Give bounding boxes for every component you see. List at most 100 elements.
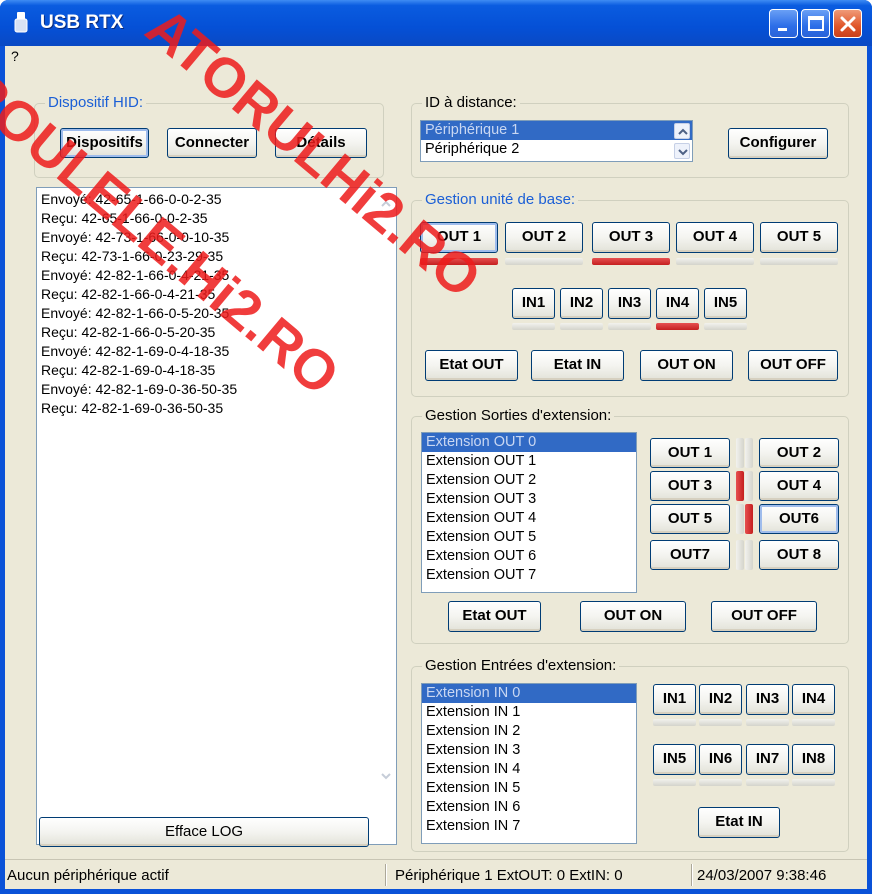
app-window: USB RTX ? Dispositif HID: Dispositifs Co…	[0, 0, 872, 894]
ext-in-button[interactable]: IN2	[699, 684, 742, 715]
details-button[interactable]: Détails	[275, 128, 367, 158]
base-in-indicator	[560, 323, 603, 330]
base-in-button[interactable]: IN4	[656, 288, 699, 319]
base-in-button[interactable]: IN2	[560, 288, 603, 319]
remote-id-title: ID à distance:	[422, 94, 520, 112]
menu-help[interactable]: ?	[11, 48, 19, 64]
ext-out-list-item[interactable]: Extension OUT 2	[422, 471, 636, 490]
connect-button[interactable]: Connecter	[167, 128, 257, 158]
ext-out-button[interactable]: OUT 1	[650, 438, 730, 468]
ext-out-button[interactable]: OUT 2	[759, 438, 839, 468]
ext-in-button[interactable]: IN7	[746, 744, 789, 775]
ext-etat-in-button[interactable]: Etat IN	[698, 807, 780, 838]
minimize-button[interactable]	[769, 9, 798, 38]
ext-in-list-item[interactable]: Extension IN 0	[422, 684, 636, 703]
log-line: Envoyé: 42-73-1-66-0-0-10-35	[41, 229, 230, 245]
base-unit-title: Gestion unité de base:	[422, 191, 579, 209]
ext-in-button[interactable]: IN8	[792, 744, 835, 775]
log-line: Reçu: 42-82-1-69-0-36-50-35	[41, 400, 224, 416]
close-icon	[840, 16, 856, 32]
ext-etat-out-button[interactable]: Etat OUT	[448, 601, 541, 632]
log-scroll-up[interactable]	[378, 196, 394, 212]
ext-in-indicator	[746, 779, 789, 786]
scroll-up-button[interactable]	[674, 123, 690, 139]
maximize-button[interactable]	[801, 9, 830, 38]
ext-out-button[interactable]: OUT 4	[759, 471, 839, 501]
log-line: Envoyé: 42-82-1-66-0-5-20-35	[41, 305, 230, 321]
ext-out-list-item[interactable]: Extension OUT 3	[422, 490, 636, 509]
ext-out-button[interactable]: OUT7	[650, 540, 730, 570]
chevron-down-icon	[678, 149, 688, 156]
log-scroll-down[interactable]	[378, 768, 394, 784]
remote-id-list[interactable]: Périphérique 1 Périphérique 2	[420, 120, 693, 162]
ext-out-button[interactable]: OUT 3	[650, 471, 730, 501]
ext-in-button[interactable]: IN1	[653, 684, 696, 715]
ext-out-list[interactable]: Extension OUT 0 Extension OUT 1 Extension …	[421, 432, 637, 593]
base-out-button[interactable]: OUT 1	[420, 222, 498, 253]
log-line: Reçu: 42-82-1-66-0-4-21-35	[41, 286, 216, 302]
maximize-icon	[808, 16, 824, 31]
ext-in-list-item[interactable]: Extension IN 7	[422, 817, 636, 836]
ext-out-on-button[interactable]: OUT ON	[580, 601, 686, 632]
devices-button[interactable]: Dispositifs	[60, 128, 149, 158]
base-out-indicator	[592, 258, 670, 265]
base-in-button[interactable]: IN3	[608, 288, 651, 319]
ext-in-list-item[interactable]: Extension IN 3	[422, 741, 636, 760]
ext-out-list-item[interactable]: Extension OUT 1	[422, 452, 636, 471]
ext-in-title: Gestion Entrées d'extension:	[422, 657, 620, 675]
ext-out-button[interactable]: OUT 5	[650, 504, 730, 534]
ext-in-list-item[interactable]: Extension IN 2	[422, 722, 636, 741]
ext-in-indicator	[653, 779, 696, 786]
chevron-up-icon	[381, 200, 391, 207]
ext-out-list-item[interactable]: Extension OUT 0	[422, 433, 636, 452]
log-lines: Envoyé: 42-65-1-66-0-0-2-35 Reçu: 42-65-1…	[37, 188, 396, 418]
base-etat-out-button[interactable]: Etat OUT	[425, 350, 518, 381]
chevron-up-icon	[678, 128, 688, 135]
ext-in-list-item[interactable]: Extension IN 6	[422, 798, 636, 817]
ext-in-indicator	[792, 719, 835, 726]
ext-out-list-item[interactable]: Extension OUT 4	[422, 509, 636, 528]
ext-in-list-item[interactable]: Extension IN 1	[422, 703, 636, 722]
ext-out-list-item[interactable]: Extension OUT 6	[422, 547, 636, 566]
title-bar[interactable]: USB RTX	[0, 0, 872, 46]
log-line: Reçu: 42-82-1-69-0-4-18-35	[41, 362, 216, 378]
base-out-button[interactable]: OUT 4	[676, 222, 754, 253]
ext-in-button[interactable]: IN3	[746, 684, 789, 715]
ext-out-list-item[interactable]: Extension OUT 5	[422, 528, 636, 547]
base-out-button[interactable]: OUT 2	[505, 222, 583, 253]
ext-out-button[interactable]: OUT6	[759, 504, 839, 534]
chevron-down-icon	[381, 773, 391, 780]
base-out-button[interactable]: OUT 3	[592, 222, 670, 253]
scroll-down-button[interactable]	[674, 143, 690, 159]
remote-id-option[interactable]: Périphérique 1	[421, 121, 692, 140]
base-out-button[interactable]: OUT 5	[760, 222, 838, 253]
base-in-indicator	[608, 323, 651, 330]
configure-button[interactable]: Configurer	[728, 128, 828, 159]
hid-group-title: Dispositif HID:	[45, 94, 147, 112]
menu-bar: ?	[5, 46, 867, 68]
ext-in-list-item[interactable]: Extension IN 4	[422, 760, 636, 779]
ext-in-list[interactable]: Extension IN 0 Extension IN 1 Extension IN…	[421, 683, 637, 844]
log-list[interactable]: Envoyé: 42-65-1-66-0-0-2-35 Reçu: 42-65-1…	[36, 187, 397, 845]
ext-in-button[interactable]: IN6	[699, 744, 742, 775]
base-in-indicator	[656, 323, 699, 330]
base-etat-in-button[interactable]: Etat IN	[531, 350, 624, 381]
ext-out-button[interactable]: OUT 8	[759, 540, 839, 570]
base-in-button[interactable]: IN1	[512, 288, 555, 319]
ext-in-button[interactable]: IN5	[653, 744, 696, 775]
close-button[interactable]	[833, 9, 862, 38]
base-out-off-button[interactable]: OUT OFF	[748, 350, 838, 381]
base-out-on-button[interactable]: OUT ON	[640, 350, 733, 381]
ext-out-indicator	[736, 438, 744, 468]
log-line: Reçu: 42-82-1-66-0-5-20-35	[41, 324, 216, 340]
clear-log-button[interactable]: Efface LOG	[39, 817, 369, 847]
ext-out-list-item[interactable]: Extension OUT 7	[422, 566, 636, 585]
ext-out-off-button[interactable]: OUT OFF	[711, 601, 817, 632]
minimize-icon	[778, 28, 787, 31]
ext-out-indicator	[745, 504, 753, 534]
remote-id-option[interactable]: Périphérique 2	[421, 140, 692, 159]
base-in-button[interactable]: IN5	[704, 288, 747, 319]
ext-in-list-item[interactable]: Extension IN 5	[422, 779, 636, 798]
ext-out-indicator	[745, 471, 753, 501]
ext-in-button[interactable]: IN4	[792, 684, 835, 715]
